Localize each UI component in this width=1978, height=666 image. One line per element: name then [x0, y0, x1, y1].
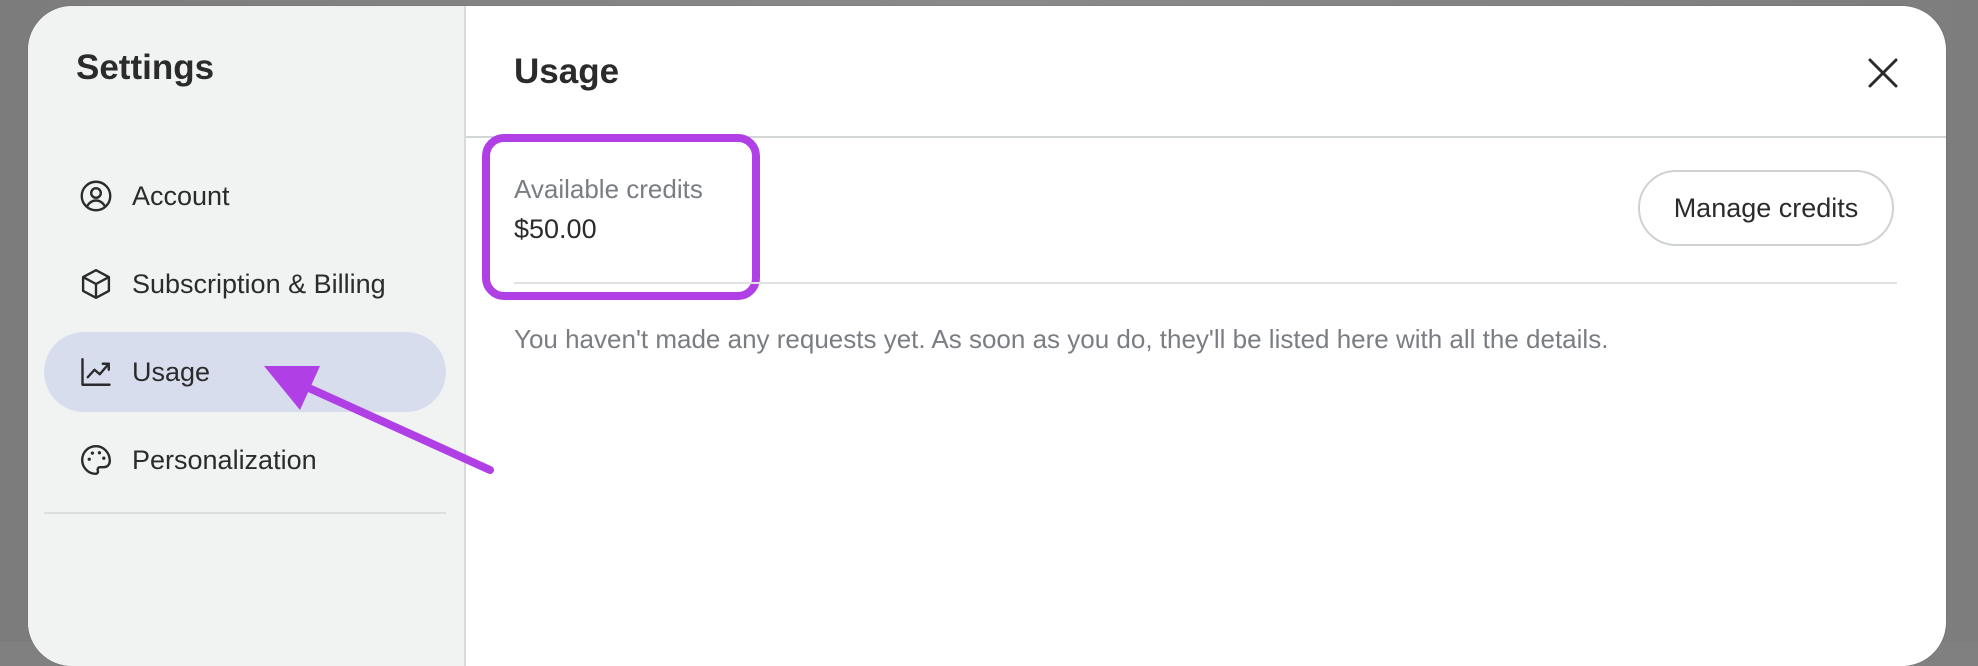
manage-credits-button[interactable]: Manage credits	[1638, 170, 1894, 246]
empty-requests-message: You haven't made any requests yet. As so…	[514, 324, 1609, 354]
sidebar-item-label: Account	[132, 180, 230, 211]
settings-sidebar: Settings Account Subscription & Billing	[28, 6, 466, 666]
sidebar-item-label: Subscription & Billing	[132, 268, 386, 299]
settings-modal: Settings Account Subscription & Billing	[28, 6, 1946, 666]
sidebar-item-usage[interactable]: Usage	[44, 332, 446, 412]
sidebar-item-account[interactable]: Account	[44, 156, 446, 236]
page-title: Usage	[514, 52, 620, 91]
sidebar-item-label: Personalization	[132, 444, 317, 475]
content-divider	[514, 282, 1897, 284]
usage-panel: Usage Available credits $50.00 Manage cr…	[466, 6, 1946, 666]
box-icon	[78, 266, 114, 302]
sidebar-item-personalization[interactable]: Personalization	[44, 420, 446, 500]
chart-line-icon	[78, 354, 114, 390]
sidebar-item-subscription-billing[interactable]: Subscription & Billing	[44, 244, 446, 324]
palette-icon	[78, 442, 114, 478]
close-button[interactable]	[1860, 50, 1906, 96]
close-icon	[1868, 58, 1898, 88]
sidebar-title: Settings	[76, 48, 215, 87]
sidebar-divider	[44, 512, 446, 514]
sidebar-item-label: Usage	[132, 356, 211, 387]
account-circle-icon	[78, 178, 114, 214]
credits-highlight-annotation	[482, 134, 760, 300]
